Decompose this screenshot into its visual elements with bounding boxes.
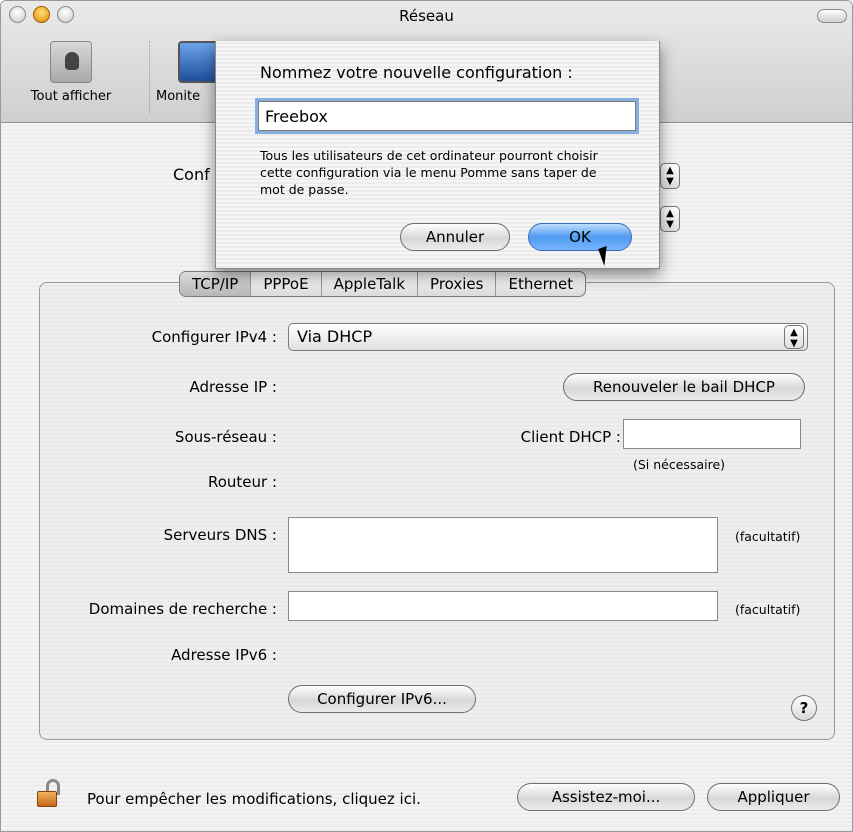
configuration-stepper[interactable]: ▲ ▼ <box>660 163 680 189</box>
lock-icon[interactable] <box>37 779 61 807</box>
dns-servers-input[interactable] <box>288 517 718 573</box>
tab-pppoe[interactable]: PPPoE <box>251 272 322 296</box>
tab-bar: TCP/IP PPPoE AppleTalk Proxies Ethernet <box>179 271 587 297</box>
toolbar-separator <box>149 41 150 113</box>
search-domains-label: Domaines de recherche : <box>88 600 277 618</box>
search-domains-input[interactable] <box>288 591 718 621</box>
tab-ethernet[interactable]: Ethernet <box>496 272 585 296</box>
dns-servers-label: Serveurs DNS : <box>163 526 277 544</box>
lock-message: Pour empêcher les modifications, cliquez… <box>87 790 421 808</box>
renew-dhcp-button[interactable]: Renouveler le bail DHCP <box>563 373 805 401</box>
dialog-message: Tous les utilisateurs de cet ordinateur … <box>260 148 598 197</box>
configure-ipv4-value: Via DHCP <box>297 327 373 346</box>
window-title: Réseau <box>399 7 454 25</box>
ok-button[interactable]: OK <box>528 223 632 251</box>
configuration-label: Conf <box>173 165 210 184</box>
tab-proxies[interactable]: Proxies <box>418 272 497 296</box>
configure-ipv4-label: Configurer IPv4 : <box>151 328 277 346</box>
tab-appletalk[interactable]: AppleTalk <box>322 272 419 296</box>
ip-address-label: Adresse IP : <box>189 378 277 396</box>
network-preferences-window: Réseau Tout afficher Monite Conf ▲ ▼ ▲ ▼ T… <box>0 0 853 832</box>
afficher-stepper[interactable]: ▲ ▼ <box>660 206 680 232</box>
show-all-label: Tout afficher <box>30 89 112 104</box>
dhcp-client-hint: (Si nécessaire) <box>633 457 726 472</box>
cancel-button[interactable]: Annuler <box>400 223 510 251</box>
dhcp-client-input[interactable] <box>623 419 801 449</box>
show-all-button[interactable]: Tout afficher <box>7 41 135 104</box>
configure-ipv6-button[interactable]: Configurer IPv6... <box>288 685 476 713</box>
search-domains-hint: (facultatif) <box>735 602 801 617</box>
configure-ipv4-select[interactable]: Via DHCP ▲ ▼ <box>288 323 808 351</box>
monitor-label: Monite <box>156 89 201 104</box>
monitor-icon <box>178 41 220 83</box>
monitor-button[interactable]: Monite <box>156 41 220 104</box>
assist-me-button[interactable]: Assistez-moi... <box>517 783 695 811</box>
tab-tcpip[interactable]: TCP/IP <box>180 272 252 296</box>
apply-button[interactable]: Appliquer <box>707 783 840 811</box>
router-label: Routeur : <box>207 473 277 491</box>
apple-icon <box>50 41 92 83</box>
subnet-label: Sous-réseau : <box>174 428 277 446</box>
dialog-title: Nommez votre nouvelle configuration : <box>260 63 573 82</box>
new-configuration-sheet: Nommez votre nouvelle configuration : To… <box>215 41 660 269</box>
toolbar-toggle-button[interactable] <box>817 9 847 23</box>
ipv6-address-label: Adresse IPv6 : <box>171 646 277 664</box>
help-button[interactable]: ? <box>791 695 817 721</box>
chevron-updown-icon: ▲ ▼ <box>784 325 804 349</box>
dns-hint: (facultatif) <box>735 529 801 544</box>
configuration-name-input[interactable] <box>258 101 636 131</box>
dhcp-client-label: Client DHCP : <box>520 428 621 446</box>
